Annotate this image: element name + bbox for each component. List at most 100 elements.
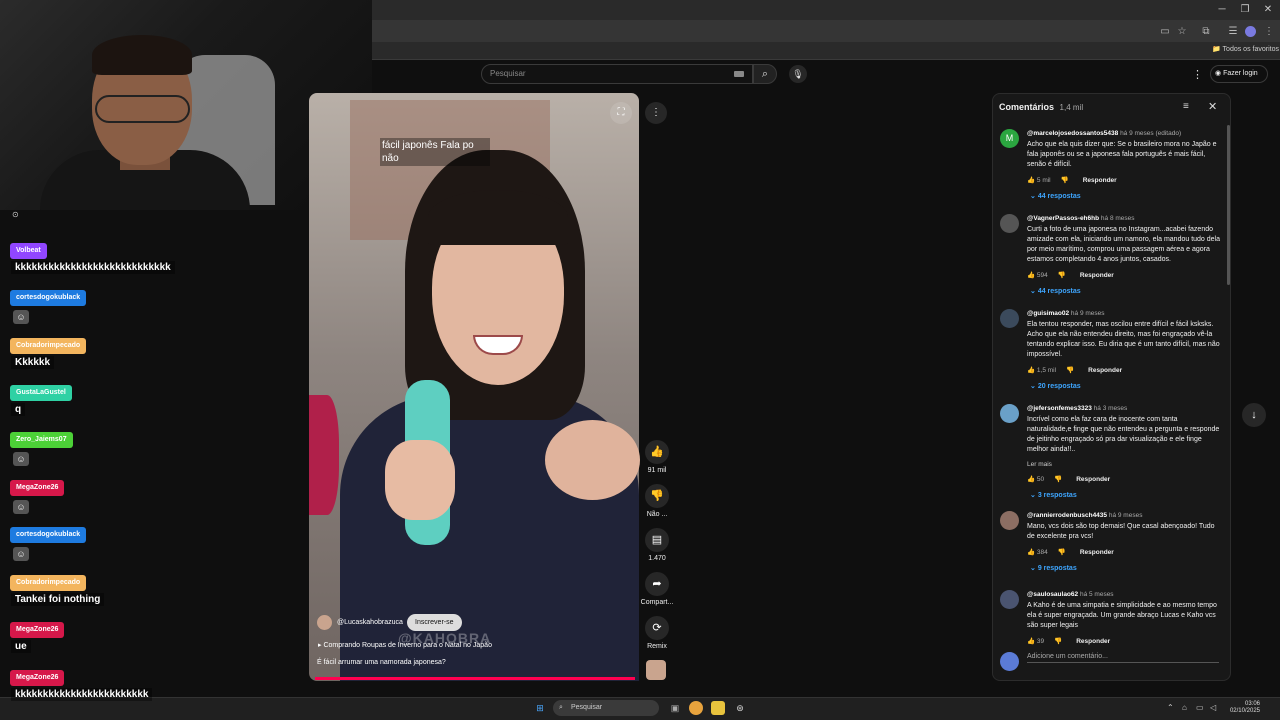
windows-start-icon[interactable]: ⊞ — [533, 701, 547, 715]
video-more-icon[interactable]: ⋮ — [645, 102, 667, 124]
chat-username[interactable]: MegaZone26 — [10, 480, 65, 496]
minimize-icon[interactable]: ─ — [1212, 3, 1232, 17]
comment-author[interactable]: @saulosaulao62 — [1027, 591, 1078, 598]
comment-avatar[interactable] — [1000, 214, 1019, 233]
remix-icon: ⟳ — [652, 622, 662, 634]
app-icon[interactable]: ⊛ — [733, 701, 747, 715]
like-icon[interactable]: 👍 — [1027, 549, 1037, 556]
comment-author[interactable]: @marcelojosedossantos5438 — [1027, 130, 1118, 137]
streamer-hair — [92, 35, 192, 75]
dislike-icon[interactable]: 👎 — [1058, 272, 1066, 279]
reply-button[interactable]: Responder — [1083, 177, 1117, 184]
taskbar-clock[interactable]: 03:06 02/10/2025 — [1220, 701, 1260, 715]
dislike-icon[interactable]: 👎 — [1058, 549, 1066, 556]
voice-search-button[interactable]: 🎙 — [789, 65, 807, 83]
comments-scrollbar[interactable] — [1227, 125, 1230, 285]
close-comments-icon[interactable]: ✕ — [1208, 100, 1217, 113]
video-progress-bar[interactable] — [315, 677, 635, 680]
comment-avatar[interactable] — [1000, 404, 1019, 423]
comment-avatar[interactable] — [1000, 309, 1019, 328]
sound-thumbnail[interactable] — [646, 660, 666, 680]
comment-avatar[interactable]: M — [1000, 129, 1019, 148]
channel-avatar[interactable] — [317, 615, 332, 630]
view-replies-button[interactable]: ⌄ 44 respostas — [1030, 287, 1081, 295]
subscribe-button[interactable]: Inscrever-se — [407, 614, 462, 631]
chat-username[interactable]: GustaLaGustel — [10, 385, 72, 401]
notification-icon[interactable]: ▭ — [1196, 703, 1204, 712]
share-button[interactable]: ➦ — [645, 572, 669, 596]
login-button[interactable]: ◉ Fazer login — [1210, 65, 1268, 83]
youtube-search-input[interactable]: Pesquisar — [481, 64, 753, 84]
settings-menu-icon[interactable]: ⋮ — [1192, 68, 1203, 81]
chat-username[interactable]: Zero_Jaiems07 — [10, 432, 73, 448]
add-comment-input[interactable]: Adicione um comentário... — [1027, 653, 1219, 663]
bookmark-star-icon[interactable]: ☆ — [1175, 25, 1189, 39]
restore-icon[interactable]: ❐ — [1235, 3, 1255, 17]
like-icon[interactable]: 👍 — [1027, 177, 1037, 184]
comment-avatar[interactable] — [1000, 590, 1019, 609]
extensions-icon[interactable]: ⧉ — [1199, 25, 1213, 39]
comment-icon: ▤ — [651, 534, 663, 546]
remix-button[interactable]: ⟳ — [645, 616, 669, 640]
video-title[interactable]: É fácil arrumar uma namorada japonesa? — [317, 659, 446, 666]
comment-author[interactable]: @VagnerPassos-eh6hb — [1027, 215, 1099, 222]
view-replies-button[interactable]: ⌄ 20 respostas — [1030, 382, 1081, 390]
volume-icon[interactable]: ◁ — [1210, 703, 1216, 712]
reply-button[interactable]: Responder — [1080, 272, 1114, 279]
tray-chevron-icon[interactable]: ⌃ — [1167, 703, 1174, 712]
comment-author[interactable]: @rannierrodenbusch4435 — [1027, 512, 1107, 519]
reply-button[interactable]: Responder — [1088, 367, 1122, 374]
reply-button[interactable]: Responder — [1076, 476, 1110, 483]
channel-name[interactable]: @Lucaskahobrazuca — [337, 619, 403, 626]
next-video-button[interactable]: ↓ — [1242, 403, 1266, 427]
like-icon[interactable]: 👍 — [1027, 476, 1037, 483]
like-icon[interactable]: 👍 — [1027, 272, 1037, 279]
tab-search-icon[interactable]: ☰ — [1226, 25, 1240, 39]
taskbar-search[interactable]: ⌕ Pesquisar — [553, 700, 659, 716]
task-view-icon[interactable]: ▣ — [668, 701, 682, 715]
chat-username[interactable]: cortesdogokublack — [10, 527, 87, 543]
chat-username[interactable]: MegaZone26 — [10, 622, 65, 638]
file-explorer-icon[interactable] — [711, 701, 725, 715]
view-replies-button[interactable]: ⌄ 9 respostas — [1030, 564, 1077, 572]
chrome-icon[interactable] — [689, 701, 703, 715]
sort-icon[interactable]: ≡ — [1183, 101, 1189, 112]
read-more-link[interactable]: Ler mais — [1027, 461, 1052, 468]
all-bookmarks-link[interactable]: 📁 Todos os favoritos — [1212, 45, 1279, 53]
dislike-icon[interactable]: 👎 — [1054, 638, 1062, 645]
comment-button[interactable]: ▤ — [645, 528, 669, 552]
like-count: 91 mil — [647, 467, 667, 474]
view-replies-button[interactable]: ⌄ 44 respostas — [1030, 192, 1081, 200]
close-window-icon[interactable]: ✕ — [1258, 3, 1278, 17]
like-icon[interactable]: 👍 — [1027, 367, 1037, 374]
comment-count: 1.470 — [648, 555, 666, 562]
dislike-button[interactable]: 👎 — [645, 484, 669, 508]
dislike-icon[interactable]: 👎 — [1061, 177, 1069, 184]
comment-author[interactable]: @guisimao02 — [1027, 310, 1069, 317]
network-icon[interactable]: ⌂ — [1182, 703, 1187, 712]
comment-text: A Kaho é de uma simpatia e simplicidade … — [1027, 602, 1217, 629]
chat-username[interactable]: Cobradorimpecado — [10, 575, 87, 591]
fullscreen-icon[interactable]: ⛶ — [610, 102, 632, 124]
song-row[interactable]: ▸ Comprando Roupas de Inverno para o Nat… — [318, 641, 492, 649]
chat-username[interactable]: cortesdogokublack — [10, 290, 87, 306]
comment-avatar[interactable] — [1000, 511, 1019, 530]
reply-button[interactable]: Responder — [1080, 549, 1114, 556]
comment-author[interactable]: @jefersonfemes3323 — [1027, 405, 1092, 412]
profile-avatar[interactable] — [1245, 26, 1256, 37]
chat-username[interactable]: MegaZone26 — [10, 670, 65, 686]
browser-menu-icon[interactable]: ⋮ — [1262, 25, 1276, 39]
search-button[interactable]: ⌕ — [753, 64, 777, 84]
microphone-icon: 🎙 — [792, 69, 804, 79]
chat-username[interactable]: Cobradorimpecado — [10, 338, 87, 354]
keyboard-icon[interactable] — [734, 71, 744, 77]
reply-button[interactable]: Responder — [1076, 638, 1110, 645]
dislike-icon[interactable]: 👎 — [1066, 367, 1074, 374]
dislike-icon[interactable]: 👎 — [1054, 476, 1062, 483]
like-icon[interactable]: 👍 — [1027, 638, 1037, 645]
like-button[interactable]: 👍 — [645, 440, 669, 464]
woman-hand — [385, 440, 455, 520]
chat-username[interactable]: Volbeat — [10, 243, 47, 259]
view-replies-button[interactable]: ⌄ 3 respostas — [1030, 491, 1077, 499]
cast-icon[interactable]: ▭ — [1158, 25, 1172, 39]
